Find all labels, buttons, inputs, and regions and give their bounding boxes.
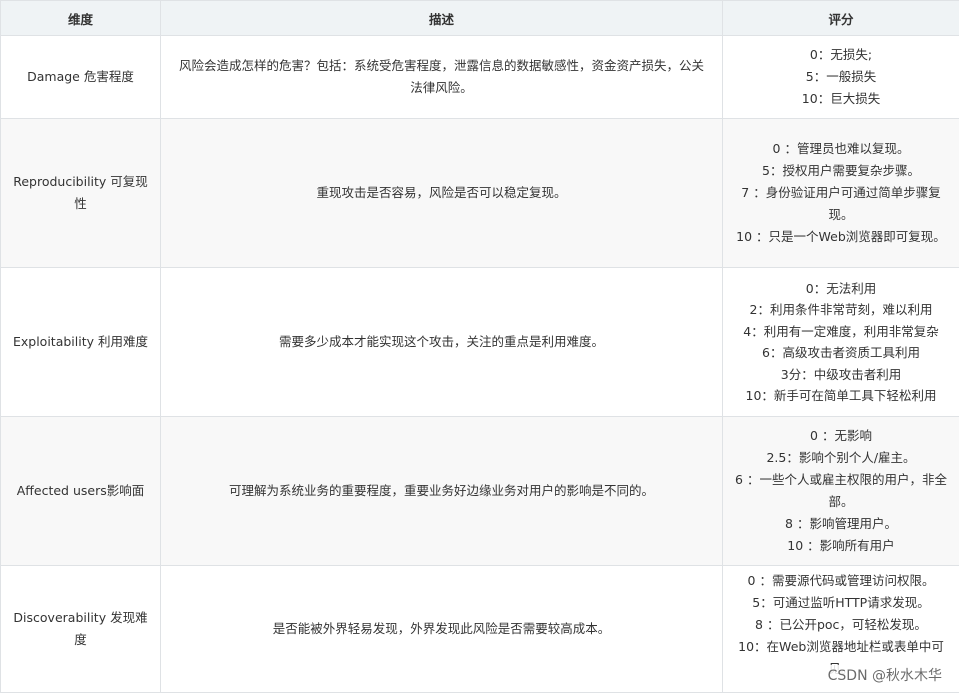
description-cell: 需要多少成本才能实现这个攻击，关注的重点是利用难度。 <box>161 268 723 417</box>
dimension-cell: Reproducibility 可复现性 <box>1 119 161 268</box>
score-line: 5：授权用户需要复杂步骤。 <box>731 160 951 182</box>
watermark: CSDN @秋水木华 <box>825 665 945 685</box>
score-line: 5：一般损失 <box>731 66 951 88</box>
score-cell: 0：无法利用 2：利用条件非常苛刻，难以利用 4：利用有一定难度，利用非常复杂 … <box>723 268 959 417</box>
table-row: Discoverability 发现难度 是否能被外界轻易发现，外界发现此风险是… <box>1 566 959 693</box>
score-line: 10：巨大损失 <box>731 88 951 110</box>
dread-table: 维度 描述 评分 Damage 危害程度 风险会造成怎样的危害？包括：系统受危害… <box>0 0 959 693</box>
dimension-cell: Damage 危害程度 <box>1 36 161 119</box>
score-line: 6：高级攻击者资质工具利用 <box>731 342 951 364</box>
description-cell: 重现攻击是否容易，风险是否可以稳定复现。 <box>161 119 723 268</box>
header-dimension: 维度 <box>1 1 161 36</box>
score-line: 0 ：管理员也难以复现。 <box>731 138 951 160</box>
score-cell: 0 ：管理员也难以复现。 5：授权用户需要复杂步骤。 7 ：身份验证用户可通过简… <box>723 119 959 268</box>
table-row: Reproducibility 可复现性 重现攻击是否容易，风险是否可以稳定复现… <box>1 119 959 268</box>
header-row: 维度 描述 评分 <box>1 1 959 36</box>
score-line: 3分：中级攻击者利用 <box>731 364 951 386</box>
description-cell: 可理解为系统业务的重要程度，重要业务好边缘业务对用户的影响是不同的。 <box>161 417 723 566</box>
header-score: 评分 <box>723 1 959 36</box>
score-cell: 0：无损失; 5：一般损失 10：巨大损失 <box>723 36 959 119</box>
score-line: 2：利用条件非常苛刻，难以利用 <box>731 299 951 321</box>
score-line: 8 ：已公开poc，可轻松发现。 <box>731 614 951 636</box>
dimension-cell: Affected users影响面 <box>1 417 161 566</box>
score-line: 6 ：一些个人或雇主权限的用户，非全部。 <box>731 469 951 513</box>
score-line: 4：利用有一定难度，利用非常复杂 <box>731 321 951 343</box>
score-line: 10 ：只是一个Web浏览器即可复现。 <box>731 226 951 248</box>
score-line: 8 ：影响管理用户。 <box>731 513 951 535</box>
dimension-cell: Discoverability 发现难度 <box>1 566 161 693</box>
table-row: Damage 危害程度 风险会造成怎样的危害？包括：系统受危害程度，泄露信息的数… <box>1 36 959 119</box>
description-cell: 风险会造成怎样的危害？包括：系统受危害程度，泄露信息的数据敏感性，资金资产损失，… <box>161 36 723 119</box>
header-description: 描述 <box>161 1 723 36</box>
table-row: Exploitability 利用难度 需要多少成本才能实现这个攻击，关注的重点… <box>1 268 959 417</box>
score-cell: 0 ：无影响 2.5：影响个别个人/雇主。 6 ：一些个人或雇主权限的用户，非全… <box>723 417 959 566</box>
score-line: 0 ：无影响 <box>731 425 951 447</box>
dimension-cell: Exploitability 利用难度 <box>1 268 161 417</box>
score-line: 0：无法利用 <box>731 278 951 300</box>
table-row: Affected users影响面 可理解为系统业务的重要程度，重要业务好边缘业… <box>1 417 959 566</box>
score-line: 2.5：影响个别个人/雇主。 <box>731 447 951 469</box>
description-cell: 是否能被外界轻易发现，外界发现此风险是否需要较高成本。 <box>161 566 723 693</box>
score-line: 7 ：身份验证用户可通过简单步骤复现。 <box>731 182 951 226</box>
score-line: 10：新手可在简单工具下轻松利用 <box>731 385 951 407</box>
score-line: 5：可通过监听HTTP请求发现。 <box>731 592 951 614</box>
score-line: 0：无损失; <box>731 44 951 66</box>
score-line: 0 ：需要源代码或管理访问权限。 <box>731 570 951 592</box>
score-line: 10 ：影响所有用户 <box>731 535 951 557</box>
